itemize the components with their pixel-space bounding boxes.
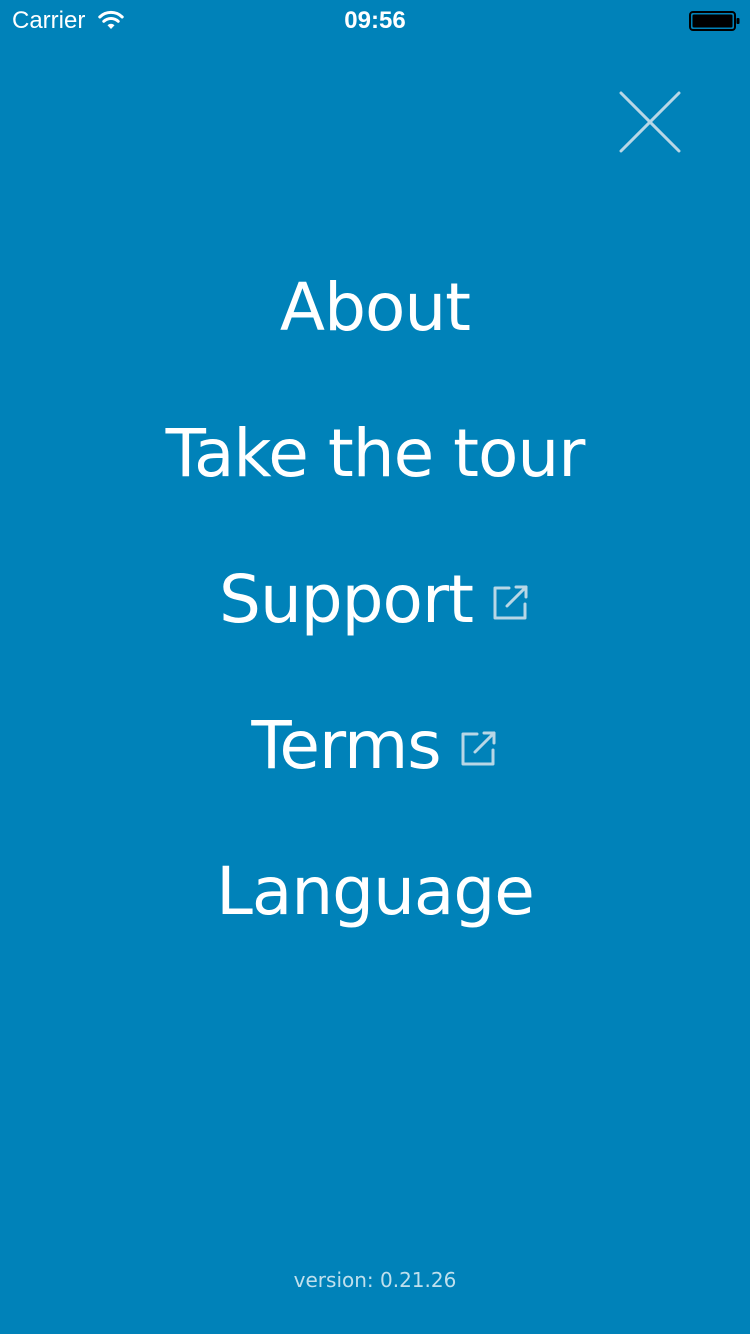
close-icon xyxy=(619,91,681,153)
menu-item-terms[interactable]: Terms xyxy=(0,700,750,788)
menu-item-label: Take the tour xyxy=(165,415,586,492)
menu-item-label: About xyxy=(279,269,471,346)
menu-item-take-the-tour[interactable]: Take the tour xyxy=(0,408,750,496)
battery-icon xyxy=(689,11,740,31)
menu-item-support[interactable]: Support xyxy=(0,554,750,642)
external-link-icon xyxy=(461,731,496,766)
menu-item-label: Terms xyxy=(251,707,441,784)
menu-item-label: Support xyxy=(219,561,474,638)
status-bar: Carrier 09:56 xyxy=(0,0,750,40)
external-link-icon xyxy=(493,585,528,620)
status-time: 09:56 xyxy=(344,7,406,34)
menu-item-label: Language xyxy=(216,853,535,930)
close-button[interactable] xyxy=(612,84,688,160)
menu-item-about[interactable]: About xyxy=(0,262,750,350)
menu-item-language[interactable]: Language xyxy=(0,846,750,934)
version-label: version: 0.21.26 xyxy=(293,1268,457,1292)
